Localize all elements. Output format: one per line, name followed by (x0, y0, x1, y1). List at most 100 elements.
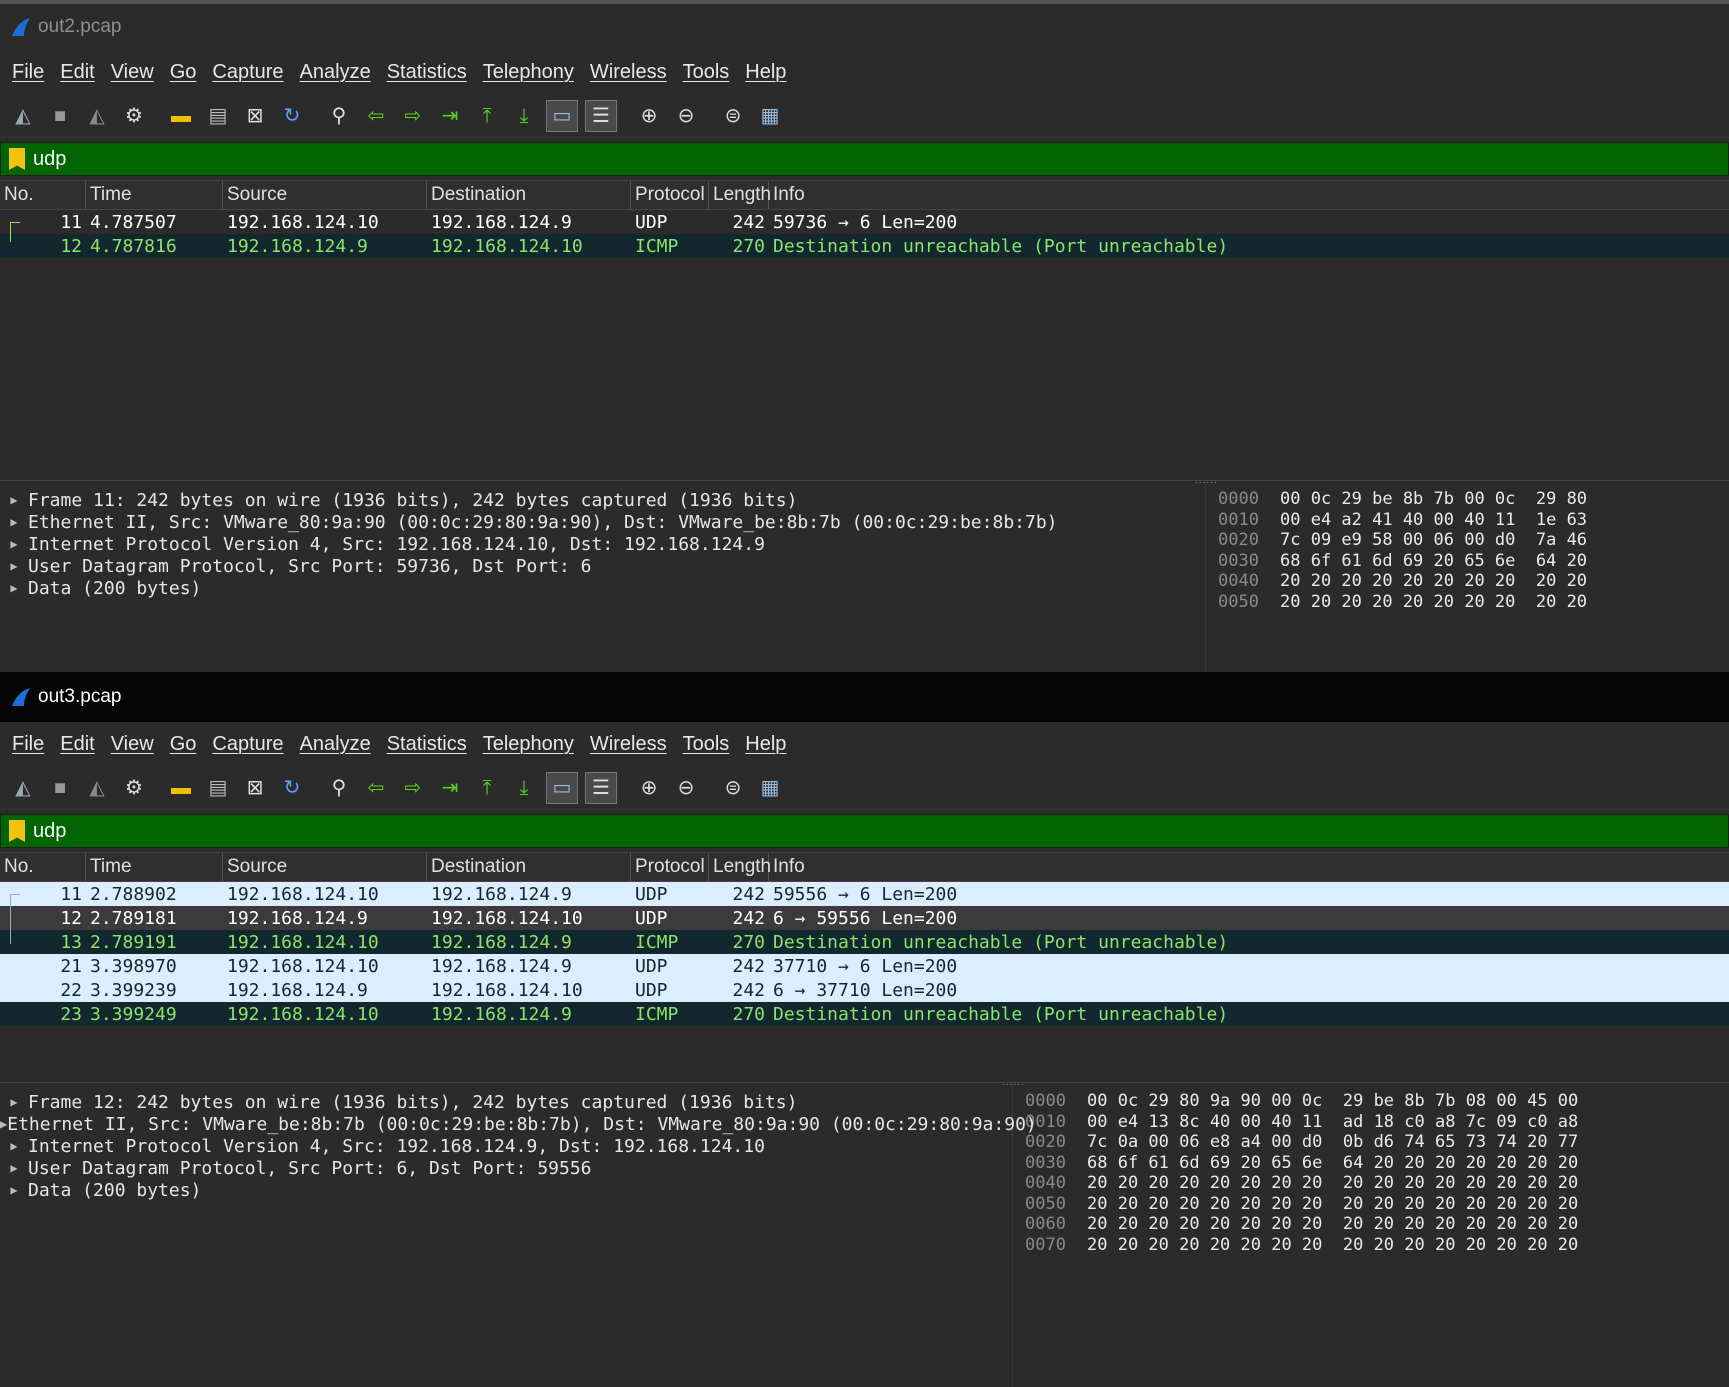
packet-bytes-pane[interactable]: 0000 00 0c 29 80 9a 90 00 0c 29 be 8b 7b … (1012, 1083, 1729, 1387)
expand-arrow-icon[interactable]: ▶ (0, 559, 28, 573)
menu-view[interactable]: View (103, 61, 162, 84)
column-header-destination[interactable]: Destination (427, 181, 631, 209)
column-header-no[interactable]: No. (0, 853, 86, 881)
pane-splitter-handle[interactable]: ...... (1002, 1077, 1025, 1088)
menu-analyze[interactable]: Analyze (292, 61, 379, 84)
bookmark-icon[interactable] (9, 820, 25, 842)
menu-wireless[interactable]: Wireless (582, 61, 675, 84)
find-packet-icon[interactable]: ⚲ (324, 773, 354, 803)
display-filter-input[interactable]: udp (33, 820, 66, 843)
resize-columns-icon[interactable]: ▦ (755, 773, 785, 803)
menu-go[interactable]: Go (162, 61, 205, 84)
start-capture-icon[interactable]: ◭ (8, 773, 38, 803)
go-forward-icon[interactable]: ⇨ (398, 773, 428, 803)
column-header-destination[interactable]: Destination (427, 853, 631, 881)
last-packet-icon[interactable]: ⤓ (509, 773, 539, 803)
expand-arrow-icon[interactable]: ▶ (0, 515, 28, 529)
tree-item[interactable]: ▶ User Datagram Protocol, Src Port: 59736… (0, 555, 1205, 577)
expand-arrow-icon[interactable]: ▶ (0, 493, 28, 507)
packet-details-tree[interactable]: ▶ Frame 12: 242 bytes on wire (1936 bits)… (0, 1083, 1037, 1387)
normal-size-icon[interactable]: ⊜ (718, 101, 748, 131)
menu-statistics[interactable]: Statistics (379, 61, 475, 84)
packet-row[interactable]: 22 3.399239 192.168.124.9 192.168.124.10 UDP… (0, 978, 1729, 1002)
packet-row[interactable]: 23 3.399249 192.168.124.10 192.168.124.9 ICM… (0, 1002, 1729, 1026)
hex-bytes[interactable]: 00 0c 29 be 8b 7b 00 0c 29 80 (1280, 489, 1587, 510)
go-back-icon[interactable]: ⇦ (361, 101, 391, 131)
start-capture-icon[interactable]: ◭ (8, 101, 38, 131)
auto-scroll-icon[interactable]: ▭ (546, 99, 578, 132)
packet-details-tree[interactable]: ▶ Frame 11: 242 bytes on wire (1936 bits)… (0, 481, 1205, 672)
hex-bytes[interactable]: 68 6f 61 6d 69 20 65 6e 64 20 (1280, 551, 1587, 572)
go-to-packet-icon[interactable]: ⇥ (435, 101, 465, 131)
bookmark-icon[interactable] (9, 148, 25, 170)
packet-row[interactable]: 11 2.788902 192.168.124.10 192.168.124.9 UDP… (0, 882, 1729, 906)
zoom-out-icon[interactable]: ⊖ (671, 773, 701, 803)
hex-bytes[interactable]: 00 0c 29 80 9a 90 00 0c 29 be 8b 7b 08 0… (1087, 1091, 1578, 1112)
capture-options-icon[interactable]: ⚙ (119, 101, 149, 131)
hex-bytes[interactable]: 20 20 20 20 20 20 20 20 20 20 (1280, 571, 1587, 592)
column-header-no[interactable]: No. (0, 181, 86, 209)
normal-size-icon[interactable]: ⊜ (718, 773, 748, 803)
hex-bytes[interactable]: 68 6f 61 6d 69 20 65 6e 64 20 20 20 20 2… (1087, 1153, 1578, 1174)
packet-row[interactable]: 21 3.398970 192.168.124.10 192.168.124.9 UDP… (0, 954, 1729, 978)
menu-file[interactable]: File (4, 733, 52, 756)
expand-arrow-icon[interactable]: ▶ (0, 1161, 28, 1175)
restart-capture-icon[interactable]: ◭ (82, 773, 112, 803)
menu-capture[interactable]: Capture (204, 733, 291, 756)
hex-bytes[interactable]: 20 20 20 20 20 20 20 20 20 20 20 20 20 2… (1087, 1194, 1578, 1215)
display-filter-bar[interactable]: udp (0, 814, 1729, 848)
packet-row[interactable]: 12 4.787816 192.168.124.9 192.168.124.10 ICM… (0, 234, 1729, 258)
column-header-info[interactable]: Info (769, 181, 1729, 209)
menu-help[interactable]: Help (737, 733, 794, 756)
expand-arrow-icon[interactable]: ▶ (0, 537, 28, 551)
column-header-protocol[interactable]: Protocol (631, 853, 709, 881)
save-file-icon[interactable]: ▤ (203, 773, 233, 803)
menu-wireless[interactable]: Wireless (582, 733, 675, 756)
hex-bytes[interactable]: 00 e4 a2 41 40 00 40 11 1e 63 (1280, 510, 1587, 531)
restart-capture-icon[interactable]: ◭ (82, 101, 112, 131)
open-file-icon[interactable]: ▬ (166, 101, 196, 131)
go-back-icon[interactable]: ⇦ (361, 773, 391, 803)
close-file-icon[interactable]: ⊠ (240, 101, 270, 131)
hex-bytes[interactable]: 20 20 20 20 20 20 20 20 20 20 20 20 20 2… (1087, 1235, 1578, 1256)
tree-item[interactable]: ▶ Data (200 bytes) (0, 577, 1205, 599)
hex-bytes[interactable]: 7c 09 e9 58 00 06 00 d0 7a 46 (1280, 530, 1587, 551)
tree-item[interactable]: ▶ Internet Protocol Version 4, Src: 192.1… (0, 1135, 1012, 1157)
expand-arrow-icon[interactable]: ▶ (0, 1117, 7, 1131)
colorize-icon[interactable]: ☰ (585, 99, 617, 132)
menu-view[interactable]: View (103, 733, 162, 756)
menu-go[interactable]: Go (162, 733, 205, 756)
go-forward-icon[interactable]: ⇨ (398, 101, 428, 131)
tree-item[interactable]: ▶ Data (200 bytes) (0, 1179, 1012, 1201)
tree-item[interactable]: ▶ Ethernet II, Src: VMware_be:8b:7b (00:0… (0, 1113, 1037, 1135)
tree-item[interactable]: ▶ Ethernet II, Src: VMware_80:9a:90 (00:0… (0, 511, 1205, 533)
reload-file-icon[interactable]: ↻ (277, 773, 307, 803)
hex-bytes[interactable]: 7c 0a 00 06 e8 a4 00 d0 0b d6 74 65 73 7… (1087, 1132, 1578, 1153)
colorize-icon[interactable]: ☰ (585, 771, 617, 804)
expand-arrow-icon[interactable]: ▶ (0, 1095, 28, 1109)
menu-telephony[interactable]: Telephony (475, 733, 582, 756)
capture-options-icon[interactable]: ⚙ (119, 773, 149, 803)
zoom-in-icon[interactable]: ⊕ (634, 101, 664, 131)
menu-tools[interactable]: Tools (675, 61, 738, 84)
menu-statistics[interactable]: Statistics (379, 733, 475, 756)
hex-bytes[interactable]: 00 e4 13 8c 40 00 40 11 ad 18 c0 a8 7c 0… (1087, 1112, 1578, 1133)
open-file-icon[interactable]: ▬ (166, 773, 196, 803)
stop-capture-icon[interactable]: ■ (45, 773, 75, 803)
tree-item[interactable]: ▶ Frame 11: 242 bytes on wire (1936 bits)… (0, 489, 1205, 511)
last-packet-icon[interactable]: ⤓ (509, 101, 539, 131)
auto-scroll-icon[interactable]: ▭ (546, 771, 578, 804)
menu-telephony[interactable]: Telephony (475, 61, 582, 84)
close-file-icon[interactable]: ⊠ (240, 773, 270, 803)
menu-edit[interactable]: Edit (52, 733, 102, 756)
tree-item[interactable]: ▶ User Datagram Protocol, Src Port: 6, Ds… (0, 1157, 1012, 1179)
column-header-info[interactable]: Info (769, 853, 1729, 881)
display-filter-bar[interactable]: udp (0, 142, 1729, 176)
first-packet-icon[interactable]: ⤒ (472, 773, 502, 803)
first-packet-icon[interactable]: ⤒ (472, 101, 502, 131)
packet-row[interactable]: 12 2.789181 192.168.124.9 192.168.124.10 UDP… (0, 906, 1729, 930)
resize-columns-icon[interactable]: ▦ (755, 101, 785, 131)
packet-list[interactable]: No. Time Source Destination Protocol Length In… (0, 180, 1729, 502)
zoom-out-icon[interactable]: ⊖ (671, 101, 701, 131)
column-header-time[interactable]: Time (86, 181, 223, 209)
